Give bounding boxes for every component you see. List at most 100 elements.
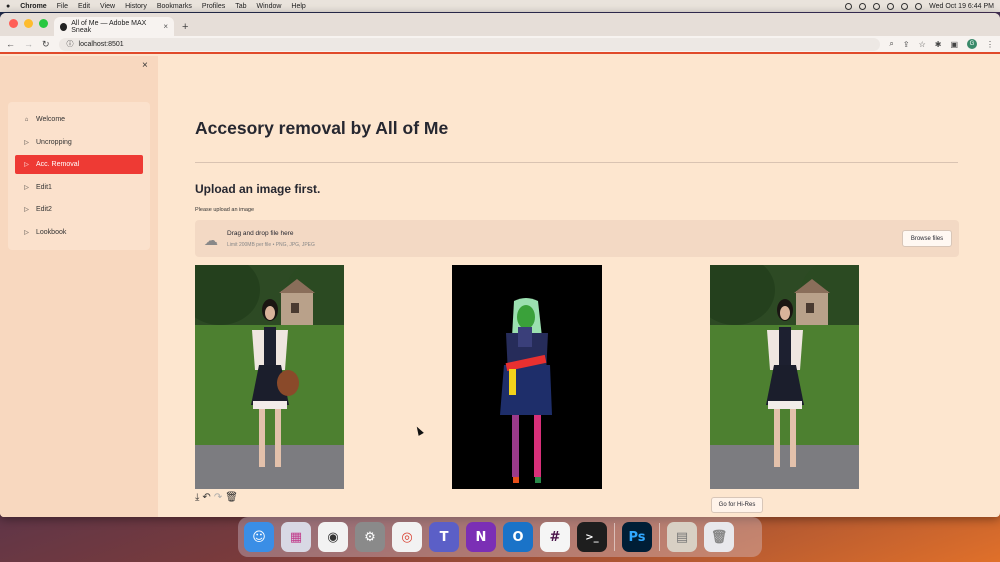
sidebar-item-label: Edit2: [36, 206, 52, 213]
browser-tab[interactable]: All of Me — Adobe MAX Sneak ×: [54, 17, 174, 36]
menubar-window[interactable]: Window: [257, 3, 282, 10]
launchpad-icon[interactable]: ▦: [281, 522, 311, 552]
control-center-icon[interactable]: [915, 2, 923, 10]
menubar-view[interactable]: View: [100, 3, 115, 10]
teams-icon[interactable]: T: [429, 522, 459, 552]
redo-icon[interactable]: ↷: [214, 492, 222, 503]
delete-icon[interactable]: 🗑: [225, 492, 238, 503]
result-photo: [710, 265, 859, 489]
play-icon: ▷: [24, 162, 29, 168]
terminal-icon[interactable]: >_: [577, 522, 607, 552]
tab-title: All of Me — Adobe MAX Sneak: [71, 19, 147, 34]
site-info-icon[interactable]: ⓘ: [67, 39, 74, 49]
macos-dock: ☺ ▦ ◉ ⚙ ◎ T N O # >_ Ps ▤ 🗑: [238, 517, 762, 557]
menubar-file[interactable]: File: [57, 3, 68, 10]
dock-separator: [614, 523, 615, 551]
page-title: Accesory removal by All of Me: [195, 118, 449, 138]
play-icon: ▷: [24, 139, 29, 146]
sidebar-item-edit1[interactable]: ▷ Edit1: [15, 178, 143, 197]
sidebar: × ⌂ Welcome ▷ Uncropping ▷ Acc. Removal …: [0, 56, 158, 517]
undo-icon[interactable]: ↶: [202, 492, 210, 503]
address-bar: ← → ↻ ⓘ localhost:8501 ⌕ ⇪ ☆ ✱ ▣ G ⋮: [0, 36, 1000, 54]
profile-avatar[interactable]: G: [967, 39, 977, 49]
sidebar-nav: ⌂ Welcome ▷ Uncropping ▷ Acc. Removal ▷ …: [8, 102, 150, 250]
cloud-upload-icon: ☁: [204, 232, 218, 248]
photoshop-icon[interactable]: Ps: [622, 522, 652, 552]
reload-icon[interactable]: ↻: [42, 39, 50, 50]
play-icon: ▷: [24, 229, 29, 236]
system-settings-icon[interactable]: ⚙: [355, 522, 385, 552]
menubar-bookmarks[interactable]: Bookmarks: [157, 3, 192, 10]
sidebar-item-welcome[interactable]: ⌂ Welcome: [15, 110, 143, 129]
menubar-tab[interactable]: Tab: [235, 3, 246, 10]
menubar-history[interactable]: History: [125, 3, 147, 10]
url-text[interactable]: localhost:8501: [79, 41, 124, 48]
main-content: Accesory removal by All of Me Upload an …: [158, 56, 1000, 517]
finder-icon[interactable]: ☺: [244, 522, 274, 552]
trash-icon[interactable]: 🗑: [704, 522, 734, 552]
wifi-icon[interactable]: [887, 2, 895, 10]
menubar-help[interactable]: Help: [291, 3, 305, 10]
browser-menu-icon[interactable]: ⋮: [986, 40, 994, 49]
macos-menubar: ● Chrome File Edit View History Bookmark…: [0, 0, 1000, 12]
sidebar-item-label: Edit1: [36, 183, 52, 191]
slack-icon[interactable]: #: [540, 522, 570, 552]
apple-menu-icon[interactable]: ●: [6, 3, 10, 10]
sidebar-item-lookbook[interactable]: ▷ Lookbook: [15, 223, 143, 242]
back-icon[interactable]: ←: [6, 39, 15, 49]
play-icon: ▷: [24, 207, 29, 213]
menubar-app-name[interactable]: Chrome: [20, 3, 46, 10]
screenshot-icon[interactable]: ◉: [318, 522, 348, 552]
play-icon: ▷: [24, 184, 29, 191]
home-icon: ⌂: [24, 116, 29, 123]
sidebar-item-label: Welcome: [36, 116, 66, 123]
go-for-hi-res-button[interactable]: Go for Hi-Res: [711, 497, 763, 513]
zoom-icon[interactable]: ⌕: [889, 39, 893, 49]
image-toolbar: ⤓ ↶ ↷ 🗑: [195, 492, 238, 503]
tab-close-icon[interactable]: ×: [163, 22, 168, 31]
extensions-icon[interactable]: ✱: [935, 40, 942, 49]
menubar-profiles[interactable]: Profiles: [202, 3, 225, 10]
dock-separator: [659, 523, 660, 551]
sidebar-item-label: Uncropping: [36, 138, 72, 146]
status-icon[interactable]: [859, 2, 867, 10]
documents-icon[interactable]: ▤: [667, 522, 697, 552]
status-icon[interactable]: [845, 2, 853, 10]
search-icon[interactable]: [901, 2, 909, 10]
bookmark-star-icon[interactable]: ☆: [919, 40, 926, 49]
divider: [195, 162, 958, 163]
status-icon[interactable]: [873, 2, 881, 10]
dropzone-limit: Limit 200MB per file • PNG, JPG, JPEG: [227, 242, 315, 248]
url-field[interactable]: ⓘ localhost:8501: [58, 37, 881, 51]
menubar-clock[interactable]: Wed Oct 19 6:44 PM: [929, 3, 994, 10]
menubar-edit[interactable]: Edit: [78, 3, 90, 10]
onenote-icon[interactable]: N: [466, 522, 496, 552]
dropzone-title: Drag and drop file here: [227, 230, 294, 237]
zoom-window-button[interactable]: [39, 19, 48, 28]
close-window-button[interactable]: [9, 19, 18, 28]
streamlit-app: × ⌂ Welcome ▷ Uncropping ▷ Acc. Removal …: [0, 56, 1000, 517]
section-heading: Upload an image first.: [195, 182, 321, 196]
share-icon[interactable]: ⇪: [903, 40, 910, 49]
sidepanel-icon[interactable]: ▣: [950, 40, 958, 49]
minimize-window-button[interactable]: [24, 19, 33, 28]
chrome-icon[interactable]: ◎: [392, 522, 422, 552]
browser-window: All of Me — Adobe MAX Sneak × + ← → ↻ ⓘ …: [0, 13, 1000, 517]
sidebar-item-uncropping[interactable]: ▷ Uncropping: [15, 133, 143, 152]
tab-favicon-icon: [60, 22, 68, 31]
sidebar-item-label: Lookbook: [36, 228, 67, 236]
sidebar-item-edit2[interactable]: ▷ Edit2: [15, 200, 143, 219]
segmentation-mask: [452, 265, 602, 489]
file-uploader-dropzone[interactable]: ☁ Drag and drop file here Limit 200MB pe…: [195, 220, 959, 257]
browse-files-button[interactable]: Browse files: [902, 230, 952, 247]
forward-icon[interactable]: →: [24, 39, 33, 49]
tab-bar: All of Me — Adobe MAX Sneak × +: [0, 13, 1000, 36]
uploader-label: Please upload an image: [195, 207, 255, 213]
original-photo: [195, 265, 344, 489]
sidebar-item-acc-removal[interactable]: ▷ Acc. Removal: [15, 155, 143, 174]
download-icon[interactable]: ⤓: [195, 492, 199, 503]
new-tab-button[interactable]: +: [182, 21, 188, 33]
outlook-icon[interactable]: O: [503, 522, 533, 552]
sidebar-item-label: Acc. Removal: [36, 161, 80, 168]
sidebar-close-icon[interactable]: ×: [142, 60, 148, 71]
